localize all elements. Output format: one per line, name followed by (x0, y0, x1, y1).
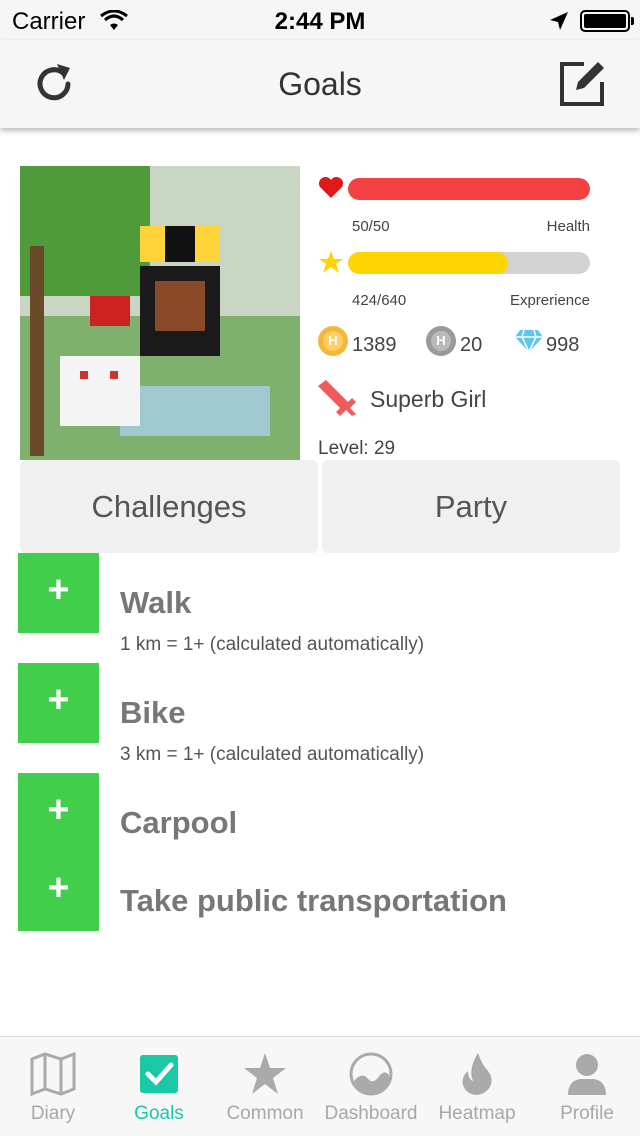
stats-panel: 50/50 Health 424/640 Exprerience H 1389 … (318, 166, 594, 460)
status-bar: Carrier 2:44 PM (0, 0, 640, 40)
add-carpool-button[interactable]: + (18, 773, 99, 851)
experience-label: Exprerience (509, 292, 590, 309)
health-label: Health (546, 218, 590, 235)
health-bar-fill (348, 178, 590, 200)
tab-goals[interactable]: Goals (106, 1037, 212, 1136)
tab-common[interactable]: Common (212, 1037, 318, 1136)
tab-label: Profile (560, 1103, 614, 1124)
status-time: 2:44 PM (274, 8, 366, 35)
tab-diary[interactable]: Diary (0, 1037, 106, 1136)
star-icon (319, 251, 343, 273)
person-icon (568, 1054, 606, 1095)
plus-icon: + (47, 789, 70, 831)
page-title: Goals (278, 66, 362, 102)
class-name: Superb Girl (370, 386, 487, 412)
list-item[interactable]: + Walk 1 km = 1+ (calculated automatical… (18, 553, 620, 663)
star-icon (244, 1053, 286, 1094)
gold-coin-icon: H (318, 326, 348, 356)
list-item[interactable]: + Take public transportation (18, 851, 620, 931)
experience-bar-fill (348, 252, 509, 274)
tab-dashboard[interactable]: Dashboard (318, 1037, 424, 1136)
habit-title: Bike (120, 695, 186, 730)
heart-icon (318, 176, 344, 198)
habit-note: 3 km = 1+ (calculated automatically) (120, 744, 425, 765)
plus-icon: + (47, 569, 70, 611)
tab-heatmap[interactable]: Heatmap (424, 1037, 530, 1136)
list-item[interactable]: + Carpool (18, 773, 620, 851)
sword-icon (318, 380, 356, 416)
habit-title: Take public transportation (120, 883, 507, 918)
silver-coin-icon: H (426, 326, 456, 356)
habit-title: Walk (120, 585, 192, 620)
tab-challenges[interactable]: Challenges (20, 460, 318, 553)
edit-icon[interactable] (556, 58, 608, 110)
list-item[interactable]: + Bike 3 km = 1+ (calculated automatical… (18, 663, 620, 773)
location-arrow-icon (550, 12, 568, 30)
plus-icon: + (47, 679, 70, 721)
add-public-transport-button[interactable]: + (18, 851, 99, 931)
battery-icon (580, 10, 634, 32)
tab-label: Heatmap (438, 1103, 516, 1124)
add-walk-button[interactable]: + (18, 553, 99, 633)
experience-bar (348, 252, 590, 274)
habit-note: 1 km = 1+ (calculated automatically) (120, 634, 425, 655)
nav-bar: Goals (0, 40, 640, 128)
tab-party[interactable]: Party (322, 460, 620, 553)
checkbox-icon (140, 1055, 178, 1093)
health-bar (348, 178, 590, 200)
health-value: 50/50 (352, 218, 390, 235)
tab-bar: Diary Goals Common Dashboard Heatmap Pro… (0, 1036, 640, 1136)
experience-value: 424/640 (352, 292, 407, 309)
tab-profile[interactable]: Profile (534, 1037, 640, 1136)
segment-tabs: Challenges Party (20, 460, 620, 553)
avatar (20, 166, 300, 460)
plus-icon: + (47, 867, 70, 909)
avatar-image (20, 166, 300, 460)
gauge-icon (349, 1052, 393, 1096)
gold-amount: 1389 (352, 334, 397, 356)
gems-amount: 998 (546, 334, 580, 356)
habit-title: Carpool (120, 805, 238, 840)
add-bike-button[interactable]: + (18, 663, 99, 743)
level-label: Level: 29 (318, 438, 396, 459)
silver-amount: 20 (460, 334, 483, 356)
flame-icon (462, 1053, 492, 1095)
gem-icon (515, 329, 543, 354)
map-icon (30, 1051, 76, 1097)
